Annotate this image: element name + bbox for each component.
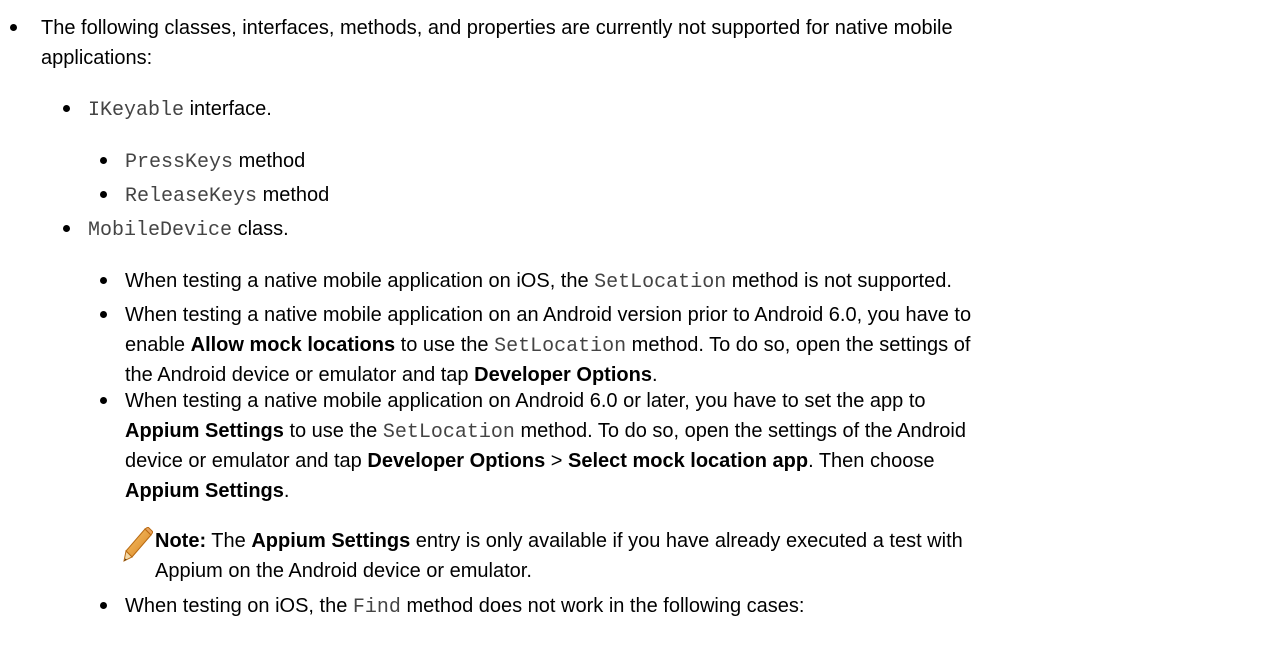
appium-settings-label: Appium Settings	[125, 420, 284, 442]
list-bullet	[100, 277, 107, 284]
mobiledevice-code: MobileDevice	[88, 219, 233, 242]
developer-options-label: Developer Options	[474, 364, 652, 386]
mobiledevice-text: class.	[232, 218, 289, 240]
list-bullet	[63, 105, 70, 112]
list-bullet	[100, 311, 107, 318]
list-item-android-new: When testing a native mobile application…	[125, 389, 926, 413]
android-new-l3-mid: >	[545, 450, 568, 472]
setlocation-code: SetLocation	[494, 335, 627, 358]
list-bullet	[100, 157, 107, 164]
allow-mock-locations-label: Allow mock locations	[190, 334, 396, 356]
list-item-ios-setlocation: When testing a native mobile application…	[125, 269, 952, 295]
list-item-android-old-cont: enable Allow mock locations to use the S…	[125, 333, 970, 359]
list-item-presskeys: PressKeys method	[125, 149, 305, 175]
android-old-l2-pre: enable	[125, 334, 191, 356]
list-bullet	[100, 602, 107, 609]
note-text-pre: The	[206, 530, 252, 552]
find-text-pre: When testing on iOS, the	[125, 595, 353, 617]
android-old-l2-post: method. To do so, open the settings of	[626, 334, 971, 356]
find-code: Find	[352, 596, 401, 619]
android-old-line-1: When testing a native mobile application…	[125, 304, 972, 326]
note-line-2: Appium on the Android device or emulator…	[155, 560, 532, 582]
android-old-l3-post: .	[651, 364, 658, 386]
list-item-android-old: When testing a native mobile application…	[125, 303, 971, 327]
ios-text-pre: When testing a native mobile application…	[125, 270, 595, 292]
list-bullet	[100, 191, 107, 198]
android-old-l3-pre: the Android device or emulator and tap	[125, 364, 475, 386]
list-bullet	[10, 24, 17, 31]
appium-settings-label: Appium Settings	[251, 530, 411, 552]
presskeys-code: PressKeys	[125, 151, 234, 174]
intro-text: The following classes, interfaces, metho…	[41, 16, 953, 40]
android-new-l2-mid: to use the	[283, 420, 383, 442]
select-mock-location-app-label: Select mock location app	[567, 450, 809, 472]
releasekeys-code: ReleaseKeys	[125, 185, 258, 208]
list-item-releasekeys: ReleaseKeys method	[125, 183, 329, 209]
android-new-l3-post: . Then choose	[808, 450, 935, 472]
intro-text-cont: applications:	[41, 46, 152, 70]
developer-options-label: Developer Options	[367, 450, 546, 472]
intro-line-2: applications:	[41, 47, 153, 69]
list-item-android-old-cont: the Android device or emulator and tap D…	[125, 363, 658, 387]
android-new-l3-pre: device or emulator and tap	[125, 450, 368, 472]
ios-text-post: method is not supported.	[726, 270, 952, 292]
appium-settings-label: Appium Settings	[125, 480, 284, 502]
list-item-android-new-cont: device or emulator and tap Developer Opt…	[125, 449, 934, 473]
android-new-l2-post: method. To do so, open the settings of t…	[514, 420, 966, 442]
android-old-l2-mid: to use the	[395, 334, 495, 356]
presskeys-text: method	[233, 150, 306, 172]
ikeyable-code: IKeyable	[88, 99, 185, 122]
ikeyable-text: interface.	[184, 98, 272, 120]
list-item-android-new-cont: Appium Settings to use the SetLocation m…	[125, 419, 966, 445]
note-text-post: entry is only available if you have alre…	[410, 530, 963, 552]
note-block: Note: The Appium Settings entry is only …	[155, 529, 963, 553]
list-item-find: When testing on iOS, the Find method doe…	[125, 594, 804, 620]
list-item-android-new-cont: Appium Settings.	[125, 479, 289, 503]
find-text-post: method does not work in the following ca…	[400, 595, 805, 617]
setlocation-code: SetLocation	[594, 271, 727, 294]
intro-line-1: The following classes, interfaces, metho…	[41, 17, 953, 39]
android-new-line-1: When testing a native mobile application…	[125, 390, 926, 412]
note-label: Note:	[155, 530, 207, 552]
list-bullet	[100, 397, 107, 404]
pencil-icon	[123, 527, 153, 562]
releasekeys-text: method	[257, 184, 330, 206]
list-item-mobiledevice: MobileDevice class.	[88, 217, 289, 243]
note-block-cont: Appium on the Android device or emulator…	[155, 559, 532, 583]
list-item-ikeyable: IKeyable interface.	[88, 97, 272, 123]
android-new-l4-post: .	[283, 480, 290, 502]
list-bullet	[63, 225, 70, 232]
setlocation-code: SetLocation	[382, 421, 515, 444]
